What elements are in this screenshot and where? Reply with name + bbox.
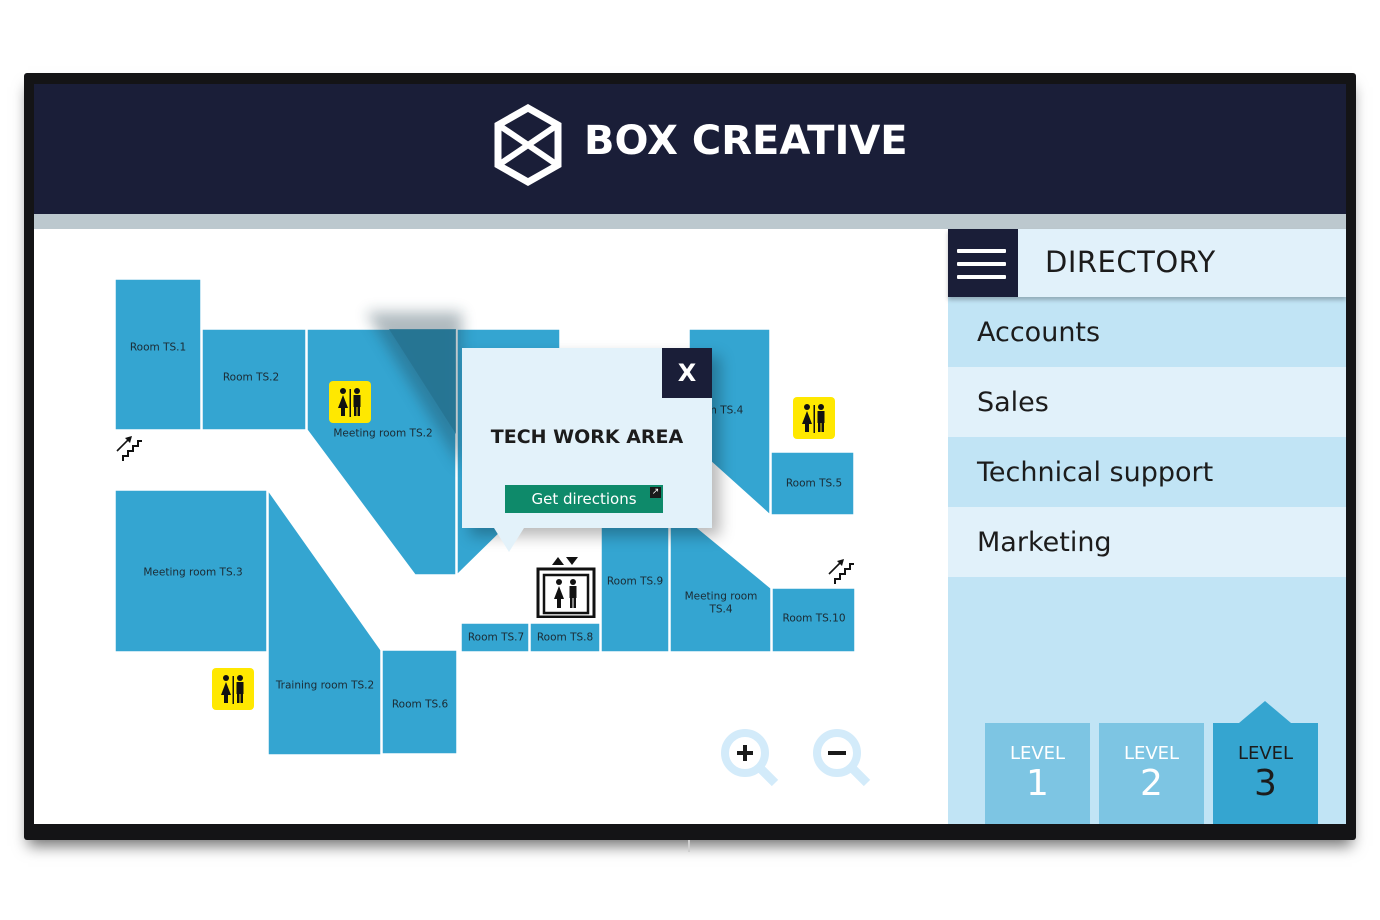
level-1-button[interactable]: LEVEL 1 [985,723,1090,824]
zoom-in-icon[interactable] [718,726,782,790]
elevator-icon [536,557,596,618]
restroom-icon [329,381,371,423]
room-label: Room TS.2 [222,371,280,384]
level-2-button[interactable]: LEVEL 2 [1099,723,1204,824]
room-label: Room TS.10 [782,612,846,625]
restroom-icon [212,668,254,710]
room-training-ts2[interactable] [267,487,382,756]
level-label: LEVEL [1123,743,1180,764]
level-label: LEVEL [1009,743,1066,764]
directory-title: DIRECTORY [1045,245,1216,279]
directory-panel: DIRECTORY Accounts Sales Technical suppo… [948,229,1346,824]
directory-item-technical-support[interactable]: Technical support [948,437,1346,507]
room-label: Room TS.7 [467,631,525,644]
room-label: m TS.4 [706,404,744,417]
directory-item-marketing[interactable]: Marketing [948,507,1346,577]
level-3-button[interactable]: LEVEL 3 [1213,701,1318,824]
directory-item-accounts[interactable]: Accounts [948,297,1346,367]
location-popup: X TECH WORK AREA Get directions ↗ [462,348,712,552]
zoom-out-icon[interactable] [810,726,874,790]
room-label: Room TS.9 [606,575,664,588]
room-label: TS.4 [709,603,733,616]
header-divider [34,214,1346,229]
external-arrow-icon: ↗ [650,487,661,498]
room-label: Meeting room [684,590,758,603]
stairs-up-icon [828,559,854,584]
room-ts1[interactable] [114,278,202,431]
level-label: LEVEL [1237,743,1294,764]
brand-name: BOX CREATIVE [584,118,908,164]
level-number: 3 [1254,763,1277,804]
kiosk-screen: BOX CREATIVE Room TS.1 Room TS.2 Meeting… [34,84,1346,824]
directory-header: DIRECTORY [948,229,1346,297]
stairs-up-icon [116,436,142,461]
room-label: Room TS.1 [129,341,187,354]
hamburger-menu-icon[interactable] [948,229,1018,297]
popup-pointer [494,528,524,552]
room-label: Room TS.5 [785,477,843,490]
popup-title: TECH WORK AREA [490,426,684,448]
get-directions-button[interactable]: Get directions ↗ [505,485,663,513]
room-label: Training room TS.2 [275,679,375,692]
floor-map: Room TS.1 Room TS.2 Meeting room TS.2 m … [34,229,948,824]
directory-item-sales[interactable]: Sales [948,367,1346,437]
hexagon-box-logo-icon [494,104,562,186]
room-label: Meeting room TS.2 [333,427,433,440]
level-number: 1 [1026,763,1049,804]
room-label: Room TS.8 [536,631,594,644]
restroom-icon [793,397,835,439]
popup-close-button[interactable]: X [662,348,712,398]
get-directions-label: Get directions [531,490,637,508]
display-stand [688,840,690,852]
header-bar: BOX CREATIVE [34,84,1346,214]
room-label: Room TS.6 [391,698,449,711]
room-label: Meeting room TS.3 [143,566,243,579]
level-number: 2 [1140,763,1163,804]
